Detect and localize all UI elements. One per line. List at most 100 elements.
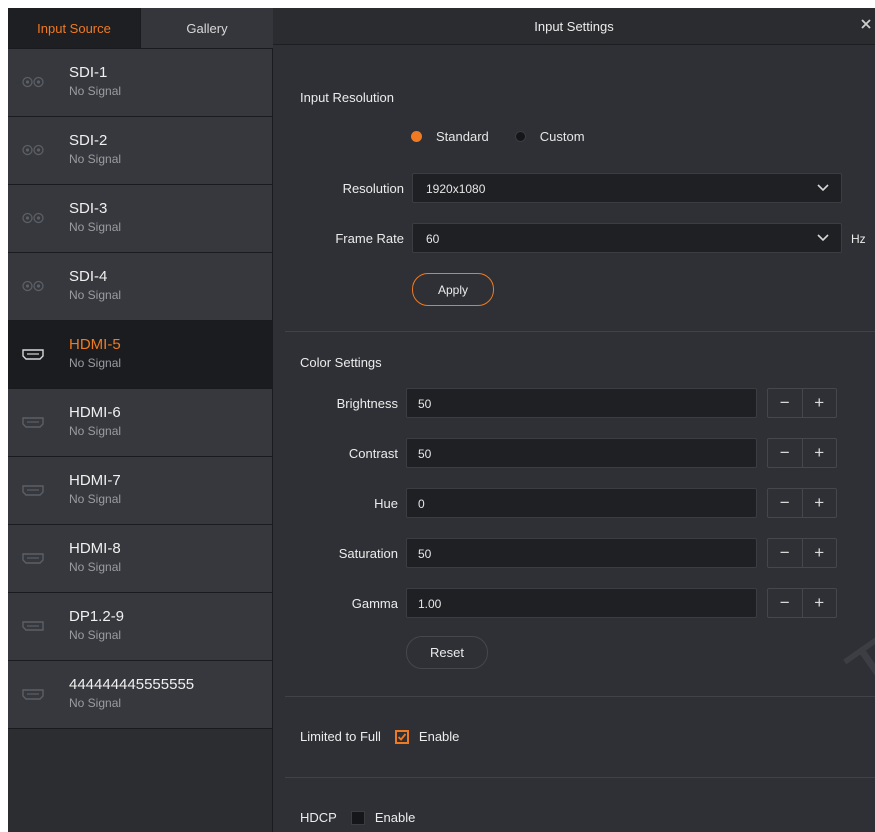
checkmark-icon bbox=[397, 732, 407, 741]
sdi-connector-icon bbox=[22, 209, 44, 227]
tab-gallery[interactable]: Gallery bbox=[140, 8, 273, 48]
color-field-stepper: − + bbox=[767, 488, 837, 518]
color-field-label: Saturation bbox=[338, 546, 398, 561]
color-field-label: Contrast bbox=[348, 446, 398, 461]
color-field-input[interactable]: 1.00 bbox=[406, 588, 757, 618]
color-field-input[interactable]: 0 bbox=[406, 488, 757, 518]
sdi-connector-icon bbox=[22, 73, 44, 91]
color-field-value: 0 bbox=[418, 497, 425, 511]
radio-custom-dot bbox=[514, 131, 526, 142]
source-status: No Signal bbox=[69, 696, 122, 710]
input-settings-panel: Input Settings Input Resolution Standard… bbox=[273, 8, 875, 832]
close-icon[interactable] bbox=[859, 17, 873, 31]
source-status: No Signal bbox=[69, 492, 122, 506]
decrement-button[interactable]: − bbox=[768, 389, 802, 417]
hdmi-port-icon bbox=[22, 685, 44, 703]
increment-button[interactable]: + bbox=[801, 589, 837, 617]
hdcp-label: HDCP bbox=[300, 810, 337, 825]
source-name: SDI-2 bbox=[69, 132, 108, 149]
hdcp-enable-label[interactable]: Enable bbox=[375, 810, 415, 825]
source-item[interactable]: HDMI-5 No Signal bbox=[8, 321, 272, 389]
reset-button[interactable]: Reset bbox=[406, 636, 488, 669]
color-field-input[interactable]: 50 bbox=[406, 538, 757, 568]
hdcp-checkbox[interactable] bbox=[350, 810, 365, 825]
hdmi-port-icon bbox=[22, 549, 44, 567]
color-field-value: 1.00 bbox=[418, 597, 442, 611]
source-item[interactable]: DP1.2-9 No Signal bbox=[8, 593, 272, 661]
source-status: No Signal bbox=[69, 288, 122, 302]
increment-button[interactable]: + bbox=[801, 389, 837, 417]
color-field-value: 50 bbox=[418, 547, 432, 561]
resolution-select[interactable]: 1920x1080 bbox=[412, 173, 842, 203]
resolution-value: 1920x1080 bbox=[426, 182, 486, 196]
resolution-mode-group: Standard Custom bbox=[411, 129, 611, 144]
source-status: No Signal bbox=[69, 424, 122, 438]
increment-button[interactable]: + bbox=[801, 539, 837, 567]
source-item[interactable]: SDI-4 No Signal bbox=[8, 253, 272, 321]
source-name: 444444445555555 bbox=[69, 676, 195, 693]
radio-standard-label: Standard bbox=[436, 129, 489, 144]
radio-custom-label: Custom bbox=[539, 129, 585, 144]
sdi-connector-icon bbox=[22, 141, 44, 159]
input-resolution-title: Input Resolution bbox=[300, 90, 394, 105]
panel-title: Input Settings bbox=[534, 18, 614, 34]
limited-to-full-row: Limited to Full Enable bbox=[300, 729, 459, 744]
source-name: DP1.2-9 bbox=[69, 608, 125, 625]
sdi-connector-icon bbox=[22, 277, 44, 295]
color-field-label: Hue bbox=[374, 496, 398, 511]
frame-rate-unit: Hz bbox=[851, 232, 866, 246]
source-status: No Signal bbox=[69, 628, 122, 642]
color-settings-title: Color Settings bbox=[300, 355, 382, 370]
color-field-stepper: − + bbox=[767, 388, 837, 418]
input-source-panel: Input Source Gallery SDI-1 No Signal SDI-2… bbox=[8, 8, 273, 832]
source-status: No Signal bbox=[69, 560, 122, 574]
source-status: No Signal bbox=[69, 84, 122, 98]
limited-to-full-label: Limited to Full bbox=[300, 729, 381, 744]
source-item[interactable]: HDMI-6 No Signal bbox=[8, 389, 272, 457]
watermark: TECH CO bbox=[833, 447, 875, 715]
source-name: SDI-4 bbox=[69, 268, 108, 285]
apply-button[interactable]: Apply bbox=[412, 273, 494, 306]
limited-to-full-enable-label[interactable]: Enable bbox=[419, 729, 459, 744]
tab-input-source[interactable]: Input Source bbox=[8, 8, 140, 48]
decrement-button[interactable]: − bbox=[768, 539, 802, 567]
hdmi-port-icon bbox=[22, 345, 44, 363]
increment-button[interactable]: + bbox=[801, 489, 837, 517]
source-item[interactable]: SDI-3 No Signal bbox=[8, 185, 272, 253]
decrement-button[interactable]: − bbox=[768, 439, 802, 467]
section-divider bbox=[285, 696, 875, 697]
radio-standard-dot bbox=[411, 131, 422, 142]
color-field-input[interactable]: 50 bbox=[406, 438, 757, 468]
source-item[interactable]: SDI-2 No Signal bbox=[8, 117, 272, 185]
source-name: SDI-3 bbox=[69, 200, 108, 217]
hdcp-row: HDCP Enable bbox=[300, 810, 415, 825]
source-item[interactable]: HDMI-7 No Signal bbox=[8, 457, 272, 525]
source-name: HDMI-7 bbox=[69, 472, 121, 489]
color-field-value: 50 bbox=[418, 447, 432, 461]
color-field-stepper: − + bbox=[767, 438, 837, 468]
source-name: SDI-1 bbox=[69, 64, 108, 81]
chevron-down-icon bbox=[817, 234, 829, 242]
radio-standard[interactable]: Standard bbox=[411, 129, 489, 144]
increment-button[interactable]: + bbox=[801, 439, 837, 467]
source-tabs: Input Source Gallery bbox=[8, 8, 273, 49]
section-divider bbox=[285, 777, 875, 778]
app-window: Input Source Gallery SDI-1 No Signal SDI-2… bbox=[8, 8, 875, 832]
source-name: HDMI-8 bbox=[69, 540, 121, 557]
frame-rate-value: 60 bbox=[426, 232, 440, 246]
decrement-button[interactable]: − bbox=[768, 589, 802, 617]
source-status: No Signal bbox=[69, 356, 122, 370]
radio-custom[interactable]: Custom bbox=[514, 129, 585, 144]
color-field-stepper: − + bbox=[767, 588, 837, 618]
frame-rate-select[interactable]: 60 bbox=[412, 223, 842, 253]
source-item[interactable]: 444444445555555 No Signal bbox=[8, 661, 272, 729]
source-item[interactable]: SDI-1 No Signal bbox=[8, 49, 272, 117]
limited-to-full-checkbox[interactable] bbox=[394, 729, 409, 744]
displayport-icon bbox=[22, 617, 44, 635]
color-field-input[interactable]: 50 bbox=[406, 388, 757, 418]
section-divider bbox=[285, 331, 875, 332]
source-item[interactable]: HDMI-8 No Signal bbox=[8, 525, 272, 593]
decrement-button[interactable]: − bbox=[768, 489, 802, 517]
source-status: No Signal bbox=[69, 152, 122, 166]
color-field-label: Brightness bbox=[336, 396, 398, 411]
